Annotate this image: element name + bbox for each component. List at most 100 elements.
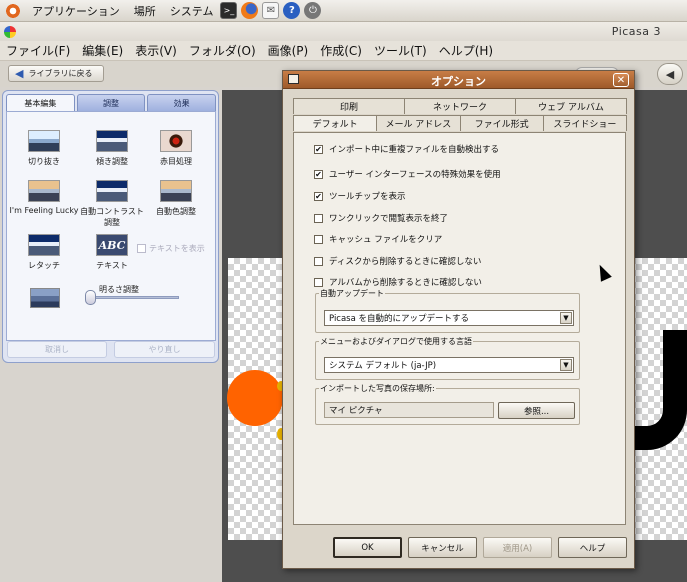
option-tooltips[interactable]: ✔ ツールチップを表示 xyxy=(314,190,406,202)
feeling-lucky-label: I'm Feeling Lucky xyxy=(9,206,79,215)
option-ui-effects[interactable]: ✔ ユーザー インターフェースの特殊効果を使用 xyxy=(314,168,501,180)
picasa-logo-icon xyxy=(4,25,16,38)
brightness-slider-track[interactable] xyxy=(89,296,179,299)
option-label: キャッシュ ファイルをクリア xyxy=(329,235,443,245)
undo-button[interactable]: 取消し xyxy=(7,341,107,358)
retouch-tool[interactable]: レタッチ xyxy=(9,234,79,271)
ubuntu-logo-icon[interactable] xyxy=(5,2,21,19)
firefox-icon[interactable] xyxy=(241,2,259,19)
checkbox-unchecked xyxy=(314,256,323,266)
show-text-label: テキストを表示 xyxy=(149,244,205,253)
menu-tools[interactable]: ツール(T) xyxy=(368,42,433,59)
edit-tabs: 基本編集 調整 効果 xyxy=(6,94,217,112)
help-button[interactable]: ヘルプ xyxy=(558,537,627,558)
redo-button[interactable]: やり直し xyxy=(114,341,215,358)
help-icon[interactable]: ? xyxy=(283,2,301,19)
menu-file[interactable]: ファイル(F) xyxy=(0,42,76,59)
import-location-field: マイ ピクチャ xyxy=(324,402,494,418)
menu-help[interactable]: ヘルプ(H) xyxy=(433,42,499,59)
cancel-button[interactable]: キャンセル xyxy=(408,537,477,558)
option-label: ユーザー インターフェースの特殊効果を使用 xyxy=(329,170,501,180)
auto-color-thumbnail xyxy=(160,180,192,202)
option-label: インポート中に重複ファイルを自動検出する xyxy=(329,145,500,155)
apply-button[interactable]: 適用(A) xyxy=(483,537,552,558)
import-location-legend: インポートした写真の保存場所: xyxy=(320,384,435,393)
menu-edit[interactable]: 編集(E) xyxy=(76,42,129,59)
language-value: システム デフォルト (ja-JP) xyxy=(329,361,437,371)
redeye-tool[interactable]: 赤目処理 xyxy=(141,130,211,167)
auto-update-select[interactable]: Picasa を自動的にアップデートする ▼ xyxy=(324,310,574,326)
straighten-label: 傾き調整 xyxy=(96,157,128,166)
dialog-title: オプション xyxy=(431,75,486,88)
top-panel: アプリケーション 場所 システム >_ ✉ ? ⏻ xyxy=(0,0,687,22)
option-no-confirm-disk[interactable]: ディスクから削除するときに確認しない xyxy=(314,255,481,267)
orange-circle-shape xyxy=(227,370,283,426)
back-to-library-label: ライブラリに戻る xyxy=(28,69,93,78)
option-detect-duplicates[interactable]: ✔ インポート中に重複ファイルを自動検出する xyxy=(314,143,499,155)
language-select[interactable]: システム デフォルト (ja-JP) ▼ xyxy=(324,357,574,373)
tab-email[interactable]: メール アドレス xyxy=(376,115,461,131)
tab-slideshow[interactable]: スライドショー xyxy=(542,115,627,131)
import-location-value: マイ ピクチャ xyxy=(329,406,383,416)
crop-tool[interactable]: 切り抜き xyxy=(9,130,79,167)
menu-picture[interactable]: 画像(P) xyxy=(262,42,315,59)
tab-file-types[interactable]: ファイル形式 xyxy=(459,115,544,131)
app-title-bar: Picasa 3 xyxy=(0,22,687,41)
options-dialog: オプション ✕ 印刷 ネットワーク ウェブ アルバム デフォルト メール アドレ… xyxy=(282,70,635,569)
brightness-thumbnail xyxy=(30,288,60,308)
tab-panel-default: ✔ インポート中に重複ファイルを自動検出する ✔ ユーザー インターフェースの特… xyxy=(293,132,626,525)
chevron-down-icon: ▼ xyxy=(560,359,572,371)
tab-effects[interactable]: 効果 xyxy=(147,94,217,112)
option-label: アルバムから削除するときに確認しない xyxy=(329,278,482,288)
import-location-group: インポートした写真の保存場所: マイ ピクチャ 参照... xyxy=(315,383,580,425)
auto-contrast-tool[interactable]: 自動コントラスト調整 xyxy=(77,180,147,228)
power-icon[interactable]: ⏻ xyxy=(304,2,322,19)
brightness-label: 明るさ調整 xyxy=(99,285,139,294)
option-no-confirm-album[interactable]: アルバムから削除するときに確認しない xyxy=(314,276,482,288)
panel-menu-system[interactable]: システム xyxy=(167,3,217,19)
nav-back-button[interactable]: ◀ xyxy=(657,63,683,85)
tab-network[interactable]: ネットワーク xyxy=(404,98,516,114)
tab-default[interactable]: デフォルト xyxy=(293,115,378,131)
tab-web-albums[interactable]: ウェブ アルバム xyxy=(515,98,627,114)
black-curve-shape xyxy=(632,330,687,450)
menu-create[interactable]: 作成(C) xyxy=(314,42,368,59)
panel-menu-places[interactable]: 場所 xyxy=(131,3,159,19)
checkbox-unchecked xyxy=(314,234,323,244)
mail-icon[interactable]: ✉ xyxy=(262,2,280,19)
checkbox-checked: ✔ xyxy=(314,169,323,179)
tab-tuning[interactable]: 調整 xyxy=(76,94,146,112)
ok-button[interactable]: OK xyxy=(333,537,402,558)
red-eye-icon xyxy=(160,130,192,152)
menu-folder[interactable]: フォルダ(O) xyxy=(183,42,262,59)
back-to-library-button[interactable]: ◀ ライブラリに戻る xyxy=(8,65,104,82)
close-icon[interactable]: ✕ xyxy=(613,73,629,87)
option-label: ワンクリックで閲覧表示を終了 xyxy=(329,214,449,224)
auto-color-tool[interactable]: 自動色調整 xyxy=(141,180,211,217)
show-text-checkbox[interactable]: テキストを表示 xyxy=(137,243,205,254)
tab-print[interactable]: 印刷 xyxy=(293,98,405,114)
terminal-icon[interactable]: >_ xyxy=(220,2,238,19)
redeye-label: 赤目処理 xyxy=(160,157,192,166)
arrow-left-icon: ◀ xyxy=(15,67,24,80)
brightness-slider-handle[interactable] xyxy=(85,290,96,305)
auto-update-group: 自動アップデート Picasa を自動的にアップデートする ▼ xyxy=(315,288,580,333)
straighten-tool[interactable]: 傾き調整 xyxy=(77,130,147,167)
dialog-title-bar[interactable]: オプション ✕ xyxy=(283,71,634,89)
option-label: ディスクから削除するときに確認しない xyxy=(329,257,482,267)
edit-panel-body: 切り抜き 傾き調整 赤目処理 I'm Feeling Lucky 自動コントラス… xyxy=(6,111,216,341)
browse-button[interactable]: 参照... xyxy=(498,402,575,419)
panel-menu-applications[interactable]: アプリケーション xyxy=(29,3,123,19)
auto-update-legend: 自動アップデート xyxy=(320,289,384,298)
edit-panel: 基本編集 調整 効果 切り抜き 傾き調整 赤目処理 I'm Feeling Lu… xyxy=(2,90,219,363)
menu-bar: ファイル(F) 編集(E) 表示(V) フォルダ(O) 画像(P) 作成(C) … xyxy=(0,41,687,61)
menu-view[interactable]: 表示(V) xyxy=(129,42,183,59)
option-one-click-exit[interactable]: ワンクリックで閲覧表示を終了 xyxy=(314,212,448,224)
tab-basic-fixes[interactable]: 基本編集 xyxy=(6,94,75,112)
text-label: テキスト xyxy=(96,261,128,270)
retouch-label: レタッチ xyxy=(28,261,60,270)
feeling-lucky-tool[interactable]: I'm Feeling Lucky xyxy=(3,180,85,215)
option-clear-cache[interactable]: キャッシュ ファイルをクリア xyxy=(314,233,442,245)
straighten-thumbnail xyxy=(96,130,128,152)
language-group: メニューおよびダイアログで使用する言語 システム デフォルト (ja-JP) ▼ xyxy=(315,336,580,380)
